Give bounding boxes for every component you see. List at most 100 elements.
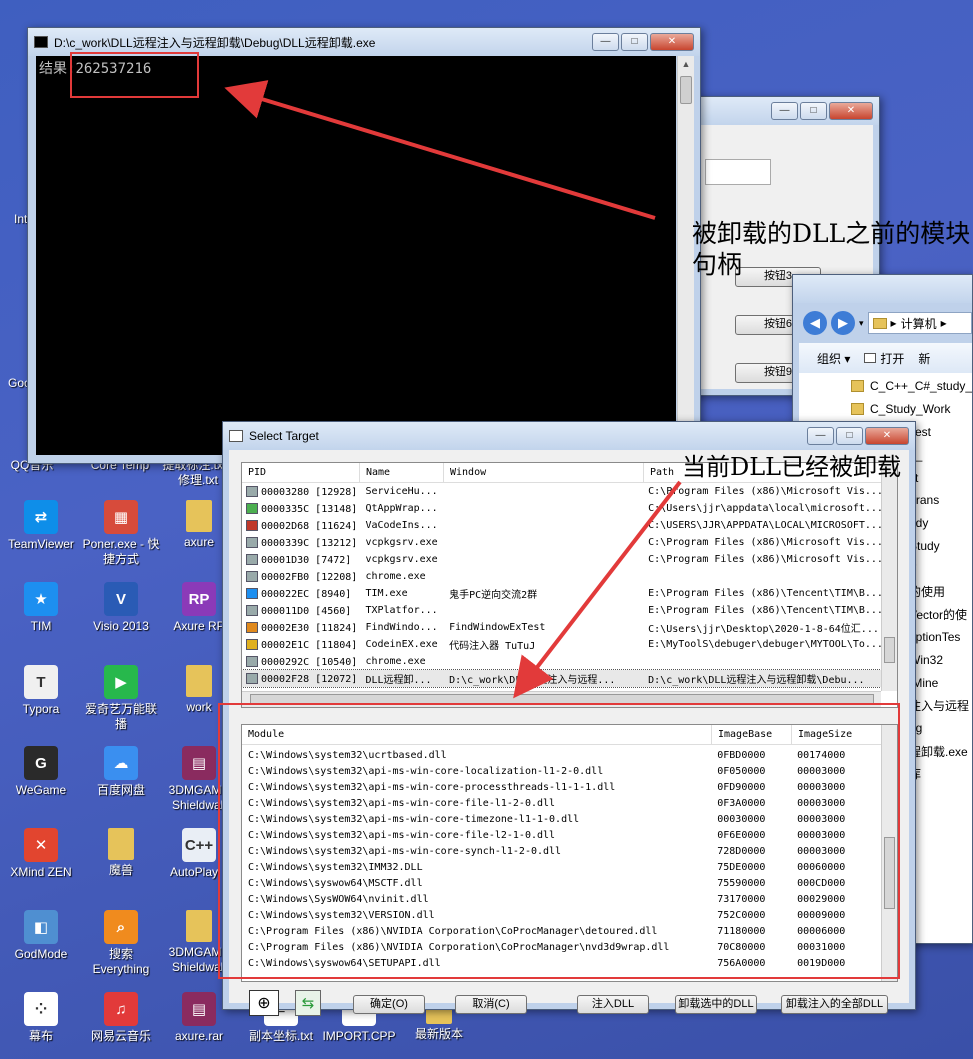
axure-icon: RP bbox=[182, 582, 216, 616]
desktop-icon[interactable]: ◧ GodMode bbox=[0, 910, 82, 962]
close-button[interactable]: ✕ bbox=[650, 33, 694, 51]
desktop-icon[interactable]: ▶ 爱奇艺万能联播 bbox=[80, 665, 162, 732]
select-target-title: Select Target bbox=[249, 429, 319, 443]
process-pid-cell: 00002E1C [11804] bbox=[242, 638, 359, 651]
process-row[interactable]: 000022EC [8940] TIM.exe 鬼手PC逆向交流2群 E:\Progr… bbox=[242, 585, 881, 602]
process-row[interactable]: 000011D0 [4560] TXPlatfor... E:\Program Fi… bbox=[242, 602, 881, 619]
desktop-icon[interactable]: ☁ 百度网盘 bbox=[80, 746, 162, 798]
desktop-icon[interactable]: ⌕ 搜索 Everything bbox=[80, 910, 162, 977]
close-button[interactable]: ✕ bbox=[829, 102, 873, 120]
console-output[interactable]: 结果:262537216 bbox=[36, 56, 676, 455]
desktop-icon-label: Poner.exe - 快捷方式 bbox=[82, 537, 160, 566]
process-pid-text: 0000339C [13212] bbox=[261, 537, 358, 549]
process-pid-cell: 00002F28 [12072] bbox=[242, 672, 359, 685]
process-row[interactable]: 00003280 [12928] ServiceHu... C:\Program F… bbox=[242, 483, 881, 500]
process-path-cell: C:\Program Files (x86)\Microsoft Vis... bbox=[648, 554, 881, 565]
desktop-icon[interactable]: ⇄ TeamViewer bbox=[0, 500, 82, 552]
chevron-down-icon[interactable]: ▾ bbox=[859, 318, 864, 329]
folder-icon bbox=[851, 403, 864, 416]
column-header[interactable]: Name bbox=[360, 463, 444, 482]
address-bar[interactable]: ▸ 计算机 ▸ bbox=[867, 312, 972, 334]
process-name-cell: TXPlatfor... bbox=[365, 605, 438, 616]
unload-selected-dll-button[interactable]: 卸载选中的DLL bbox=[675, 995, 757, 1014]
winrar-icon: ▤ bbox=[182, 992, 216, 1026]
cpp-icon: C++ bbox=[182, 828, 216, 862]
open-button[interactable]: 打开 bbox=[864, 350, 904, 367]
edit-box[interactable] bbox=[705, 159, 771, 185]
process-icon bbox=[246, 536, 258, 548]
inject-dll-button[interactable]: 注入DLL bbox=[577, 995, 649, 1014]
open-label: 打开 bbox=[880, 351, 905, 366]
process-icon bbox=[246, 672, 258, 684]
process-list[interactable]: PID Name Window Path 00003280 [12928] Servic… bbox=[241, 462, 898, 708]
desktop-icon[interactable]: ⁘ 幕布 bbox=[0, 992, 82, 1044]
process-row[interactable]: 00002E1C [11804] CodeinEX.exe 代码注入器 TuTuJ E… bbox=[242, 636, 881, 653]
column-header[interactable]: PID bbox=[242, 463, 360, 482]
process-row[interactable]: 00001D30 [7472] vcpkgsrv.exe C:\Program Fi… bbox=[242, 551, 881, 568]
process-window-cell: 鬼手PC逆向交流2群 bbox=[449, 590, 538, 601]
process-name-cell: FindWindo... bbox=[365, 622, 438, 633]
process-icon bbox=[246, 587, 258, 599]
desktop-icon[interactable]: T Typora bbox=[0, 665, 82, 717]
desktop-icon[interactable]: V Visio 2013 bbox=[80, 582, 162, 634]
process-row[interactable]: 0000292C [10540] chrome.exe bbox=[242, 653, 881, 670]
desktop-icon[interactable]: 魔兽 bbox=[80, 828, 162, 878]
back-arrow-icon[interactable]: ◀ bbox=[803, 311, 827, 335]
desktop-icon-label: WeGame bbox=[15, 783, 67, 797]
process-row[interactable]: 0000335C [13148] QtAppWrap... C:\Users\jjr… bbox=[242, 500, 881, 517]
process-name-cell: VaCodeIns... bbox=[365, 520, 438, 531]
folder-icon bbox=[108, 828, 134, 860]
process-path-cell: D:\c_work\DLL远程注入与远程卸载\Debu... bbox=[648, 675, 865, 686]
folder-icon bbox=[186, 500, 212, 532]
column-header[interactable]: Window bbox=[444, 463, 644, 482]
maximize-button[interactable]: □ bbox=[800, 102, 827, 120]
refresh-icon[interactable]: ⇆ bbox=[295, 990, 321, 1016]
explorer-toolbar: 组织 ▾ 打开 新 bbox=[799, 343, 972, 373]
crosshair-picker-icon[interactable]: ⊕ bbox=[249, 990, 279, 1016]
process-pid-cell: 00002D68 [11624] bbox=[242, 519, 359, 532]
desktop-icon[interactable]: ★ TIM bbox=[0, 582, 82, 634]
explorer-nav-label: C_C++_C#_study_ bbox=[870, 379, 972, 394]
desktop-icon[interactable]: ▦ Poner.exe - 快捷方式 bbox=[80, 500, 162, 567]
process-path-cell: C:\USERS\JJR\APPDATA\LOCAL\MICROSOFT... bbox=[648, 520, 881, 531]
process-list-vscroll[interactable] bbox=[881, 463, 897, 691]
process-row[interactable]: 0000339C [13212] vcpkgsrv.exe C:\Program F… bbox=[242, 534, 881, 551]
process-row[interactable]: 00002E30 [11824] FindWindo... FindWindowEx… bbox=[242, 619, 881, 636]
explorer-nav-item[interactable]: C_C++_C#_study_ bbox=[799, 375, 972, 398]
netease-music-icon: ♫ bbox=[104, 992, 138, 1026]
organize-menu[interactable]: 组织 ▾ bbox=[817, 350, 850, 367]
process-pid-cell: 00003280 [12928] bbox=[242, 485, 359, 498]
ok-button[interactable]: 确定(O) bbox=[353, 995, 425, 1014]
maximize-button[interactable]: □ bbox=[621, 33, 648, 51]
process-row[interactable]: 00002F28 [12072] DLL远程卸... D:\c_work\DLL远程… bbox=[242, 669, 882, 688]
close-button[interactable]: ✕ bbox=[865, 427, 909, 445]
process-row[interactable]: 00002FB0 [12208] chrome.exe bbox=[242, 568, 881, 585]
forward-arrow-icon[interactable]: ▶ bbox=[831, 311, 855, 335]
process-icon bbox=[246, 519, 258, 531]
minimize-button[interactable]: — bbox=[807, 427, 834, 445]
desktop-icon-label: TeamViewer bbox=[8, 537, 74, 551]
new-folder-button[interactable]: 新 bbox=[918, 350, 930, 367]
unloaded-annotation: 当前DLL已经被卸载 bbox=[682, 453, 902, 481]
breadcrumb[interactable]: 计算机 bbox=[901, 315, 937, 332]
explorer-nav-item[interactable]: C_Study_Work bbox=[799, 398, 972, 421]
process-pid-cell: 00002FB0 [12208] bbox=[242, 570, 359, 583]
process-icon bbox=[246, 655, 258, 667]
process-name-cell: TIM.exe bbox=[365, 588, 408, 599]
scroll-thumb[interactable] bbox=[680, 76, 692, 104]
maximize-button[interactable]: □ bbox=[836, 427, 863, 445]
minimize-button[interactable]: — bbox=[771, 102, 798, 120]
desktop-icon-label: 爱奇艺万能联播 bbox=[84, 702, 157, 731]
minimize-button[interactable]: — bbox=[592, 33, 619, 51]
process-window-cell: 代码注入器 TuTuJ bbox=[449, 641, 536, 652]
scroll-up-icon[interactable]: ▲ bbox=[678, 56, 694, 72]
process-row[interactable]: 00002D68 [11624] VaCodeIns... C:\USERS\JJR… bbox=[242, 517, 881, 534]
cancel-button[interactable]: 取消(C) bbox=[455, 995, 527, 1014]
desktop-icon[interactable]: ♫ 网易云音乐 bbox=[80, 992, 162, 1044]
desktop-icon[interactable]: ✕ XMind ZEN bbox=[0, 828, 82, 880]
desktop-icon[interactable]: G WeGame bbox=[0, 746, 82, 798]
process-window-cell: D:\c_work\DLL远程注入与远程... bbox=[449, 675, 616, 686]
unload-all-dll-button[interactable]: 卸载注入的全部DLL bbox=[781, 995, 888, 1014]
scroll-thumb[interactable] bbox=[884, 637, 895, 663]
folder-icon bbox=[186, 665, 212, 697]
